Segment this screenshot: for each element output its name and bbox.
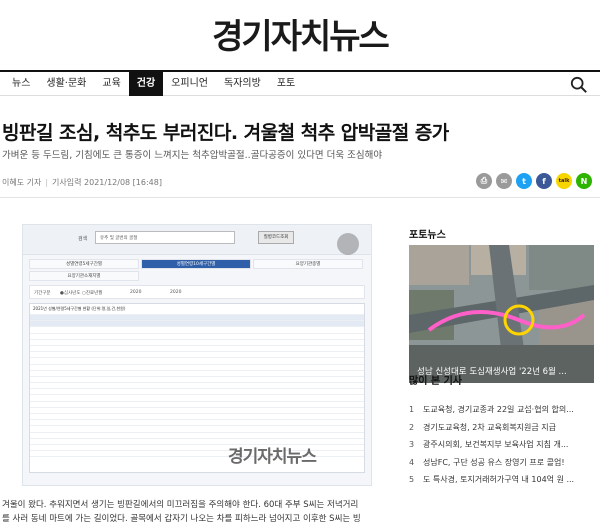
sidebar: 포토뉴스 성남 신성대로 도심재생사업 '22년 6월 ... 많이 본 기사 … (409, 226, 594, 484)
most-read-item[interactable]: 3 광주시의회, 보건복지부 보육사업 지침 개... (409, 436, 594, 454)
image-year-from: 2020 (130, 290, 142, 295)
image-year-to: 2020 (170, 290, 182, 295)
nav-item[interactable]: 생활·문화 (38, 72, 94, 96)
article-subtitle: 가벼운 등 두드림, 기침에도 큰 통증이 느껴지는 척추압박골절..골다공증이… (2, 150, 383, 161)
nav-item[interactable]: 오피니언 (163, 72, 216, 96)
image-tab: 성별연령5세구간별 (29, 259, 139, 269)
article-body: 겨울이 왔다. 추워지면서 생기는 빙판길에서의 미끄러짐을 주의해야 한다. … (2, 498, 394, 526)
most-read-title[interactable]: 경기도교육청, 2차 교육회복지원금 지급 (423, 422, 556, 433)
photo-news-image[interactable]: 성남 신성대로 도심재생사업 '22년 6월 ... (409, 245, 594, 383)
nav-item[interactable]: 뉴스 (4, 72, 38, 96)
image-search-button: 질병코드조회 (258, 231, 294, 244)
share-buttons: ⎙ ✉ t f talk N (476, 173, 592, 189)
most-read-title[interactable]: 광주시의회, 보건복지부 보육사업 지침 개... (423, 439, 568, 450)
image-tab: 요양기관소재지별 (29, 271, 139, 281)
image-watermark: 경기자치뉴스 (228, 447, 317, 467)
site-header: 경기자치뉴스 (0, 0, 600, 66)
main-nav: 뉴스 생활·문화 교육 건강 오피니언 독자의방 포토 (0, 70, 600, 96)
print-icon[interactable]: ⎙ (476, 173, 492, 189)
image-search-bar: 검색 유추 및 글번의 골절 질병코드조회 (23, 225, 371, 255)
site-logo[interactable]: 경기자치뉴스 (212, 9, 390, 58)
image-filter: 기간구분 ●심사년도 ○진료년월 2020 2020 (29, 285, 365, 299)
twitter-icon[interactable]: t (516, 173, 532, 189)
article-meta: 이혜도 기자 | 기사입력 2021/12/08 [16:48] (2, 178, 162, 187)
rank-number: 5 (409, 475, 415, 485)
email-icon[interactable]: ✉ (496, 173, 512, 189)
most-read-title[interactable]: 도 특사경, 토지거래허가구역 내 104억 원 ... (423, 474, 574, 485)
most-read-item[interactable]: 2 경기도교육청, 2차 교육회복지원금 지급 (409, 419, 594, 437)
most-read-item[interactable]: 5 도 특사경, 토지거래허가구역 내 104억 원 ... (409, 471, 594, 489)
image-filter-label: 기간구분 (34, 291, 51, 296)
rank-number: 4 (409, 457, 415, 467)
rank-number: 1 (409, 405, 415, 415)
rank-number: 2 (409, 422, 415, 432)
divider (0, 197, 600, 198)
author[interactable]: 이혜도 기자 (2, 178, 41, 187)
most-read-item[interactable]: 4 성남FC, 구단 성공 유스 장영기 프로 콜업! (409, 454, 594, 472)
most-read-title[interactable]: 도교육청, 경기교종과 22일 교섭·협의 합의... (423, 404, 574, 415)
most-read-heading: 많이 본 기사 (409, 376, 462, 387)
most-read-item[interactable]: 1 도교육청, 경기교종과 22일 교섭·협의 합의... (409, 401, 594, 419)
image-tabs: 성별연령5세구간별 성별연령10세구간별 요양기관종별요양기관소재지별 (23, 255, 371, 281)
image-search-field: 유추 및 글번의 골절 (95, 231, 235, 244)
aerial-photo (409, 245, 594, 383)
rank-number: 3 (409, 440, 415, 450)
nav-item[interactable]: 독자의방 (216, 72, 269, 96)
zoom-button[interactable] (337, 233, 359, 255)
nav-item[interactable]: 포토 (269, 72, 303, 96)
search-icon[interactable] (570, 76, 588, 94)
most-read-title[interactable]: 성남FC, 구단 성공 유스 장영기 프로 콜업! (423, 457, 565, 468)
publish-date: 기사입력 2021/12/08 [16:48] (52, 178, 162, 187)
article-title: 빙판길 조심, 척추도 부러진다. 겨울철 척추 압박골절 증가 (2, 122, 449, 144)
image-table-caption: 2021년 성별/연령5세구간별 현황 (단위:명,일,건,천원) (33, 306, 126, 311)
image-tab: 요양기관종별 (253, 259, 363, 269)
photo-news-heading: 포토뉴스 (409, 230, 446, 241)
facebook-icon[interactable]: f (536, 173, 552, 189)
image-search-label: 검색 (78, 236, 88, 242)
most-read-list: 1 도교육청, 경기교종과 22일 교섭·협의 합의... 2 경기도교육청, 2차 … (409, 401, 594, 489)
body-paragraph: 를 사러 동네 마트에 가는 길이었다. 골목에서 갑자기 나오는 차를 피하느… (2, 514, 361, 524)
body-paragraph: 겨울이 왔다. 추워지면서 생기는 빙판길에서의 미끄러짐을 주의해야 한다. … (2, 500, 359, 510)
image-tab: 성별연령10세구간별 (141, 259, 251, 269)
nav-item[interactable]: 교육 (94, 72, 128, 96)
article-image[interactable]: 검색 유추 및 글번의 골절 질병코드조회 성별연령5세구간별 성별연령10세구간… (22, 224, 372, 486)
kakaotalk-icon[interactable]: talk (556, 173, 572, 189)
nav-item[interactable]: 건강 (128, 71, 164, 96)
naver-icon[interactable]: N (576, 173, 592, 189)
image-filter-options: ●심사년도 ○진료년월 (60, 291, 103, 296)
